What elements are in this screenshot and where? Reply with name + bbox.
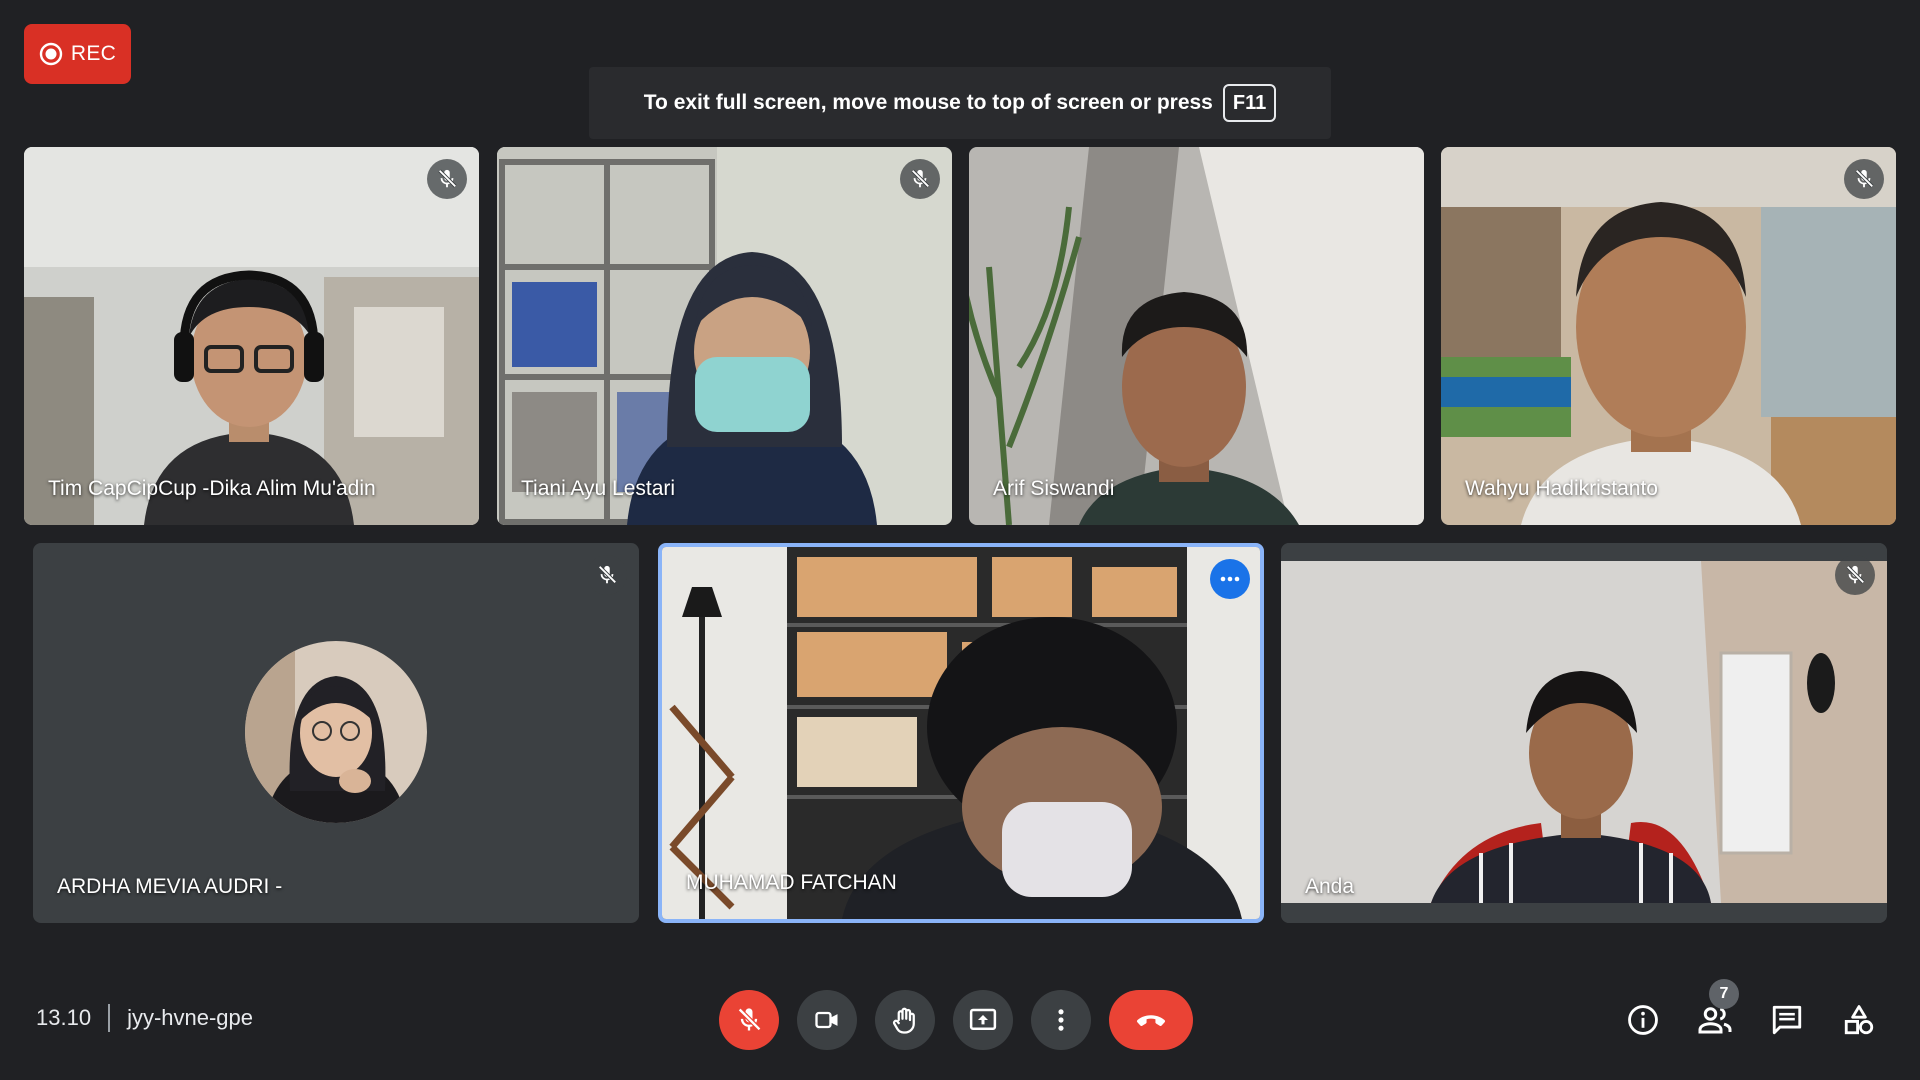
meeting-code: jyy-hvne-gpe [127, 1005, 254, 1030]
participant-name: MUHAMAD FATCHAN [686, 871, 897, 894]
participant-tile-self[interactable]: Anda [1281, 543, 1887, 923]
more-options-button[interactable] [1031, 990, 1091, 1050]
participant-name: Tiani Ayu Lestari [521, 477, 676, 500]
participant-name: Arif Siswandi [993, 477, 1115, 500]
participant-tile[interactable]: Tiani Ayu Lestari [497, 147, 952, 525]
more-horizontal-icon [1220, 576, 1240, 582]
present-screen-button[interactable] [953, 990, 1013, 1050]
mic-off-icon [1846, 565, 1865, 584]
participant-video [969, 147, 1424, 525]
participant-count-badge: 7 [1709, 979, 1739, 1009]
info-icon [1628, 1005, 1658, 1035]
recording-label: REC [70, 42, 117, 65]
participant-video [497, 147, 952, 525]
mic-toggle-button[interactable] [719, 990, 779, 1050]
side-panel-controls: 7 [1613, 979, 1889, 1050]
divider [108, 1004, 111, 1032]
muted-indicator [587, 555, 627, 595]
participant-video [1441, 147, 1896, 525]
participant-video [1281, 543, 1887, 923]
participant-name: Tim CapCipCup -Dika Alim Mu'adin [48, 477, 376, 500]
raise-hand-icon [892, 1007, 915, 1034]
fullscreen-banner: To exit full screen, move mouse to top o… [589, 67, 1331, 139]
participant-tile-active[interactable]: MUHAMAD FATCHAN [658, 543, 1264, 923]
camera-toggle-button[interactable] [797, 990, 857, 1050]
present-screen-icon [969, 1008, 997, 1030]
meeting-time: 13.10 [36, 1005, 92, 1030]
muted-indicator [427, 159, 467, 199]
participant-name: Anda [1305, 875, 1355, 898]
activities-button[interactable] [1829, 990, 1889, 1050]
record-icon [39, 42, 63, 66]
mic-off-icon [598, 565, 617, 584]
mic-off-icon [438, 169, 457, 188]
mic-off-icon [738, 1007, 762, 1031]
recording-badge[interactable]: REC [24, 24, 131, 84]
muted-indicator [1844, 159, 1884, 199]
camera-icon [815, 1011, 838, 1029]
participant-name: ARDHA MEVIA AUDRI - [57, 875, 283, 898]
avatar [245, 641, 427, 823]
participant-name: Wahyu Hadikristanto [1465, 477, 1658, 500]
chat-icon [1772, 1005, 1802, 1035]
participant-tile[interactable]: Tim CapCipCup -Dika Alim Mu'adin [24, 147, 479, 525]
end-call-icon [1137, 1015, 1165, 1026]
raise-hand-button[interactable] [875, 990, 935, 1050]
meeting-details: 13.10 jyy-hvne-gpe [36, 1004, 253, 1032]
participant-video [662, 547, 1260, 919]
people-button[interactable]: 7 [1685, 979, 1745, 1050]
meeting-info-button[interactable] [1613, 990, 1673, 1050]
muted-indicator [900, 159, 940, 199]
end-call-button[interactable] [1109, 990, 1193, 1050]
activities-icon [1844, 1005, 1874, 1035]
more-options-button[interactable] [1210, 559, 1250, 599]
mic-off-icon [911, 169, 930, 188]
call-controls [719, 990, 1193, 1050]
fullscreen-message: To exit full screen, move mouse to top o… [643, 91, 1213, 114]
avatar-image [245, 641, 427, 823]
mic-off-icon [1855, 169, 1874, 188]
participant-tile[interactable]: Wahyu Hadikristanto [1441, 147, 1896, 525]
participant-video [24, 147, 479, 525]
participant-tile[interactable]: ARDHA MEVIA AUDRI - [33, 543, 639, 923]
muted-indicator [1835, 555, 1875, 595]
chat-button[interactable] [1757, 990, 1817, 1050]
more-vertical-icon [1058, 1009, 1064, 1031]
fullscreen-key: F11 [1222, 84, 1277, 122]
participant-tile[interactable]: Arif Siswandi [969, 147, 1424, 525]
